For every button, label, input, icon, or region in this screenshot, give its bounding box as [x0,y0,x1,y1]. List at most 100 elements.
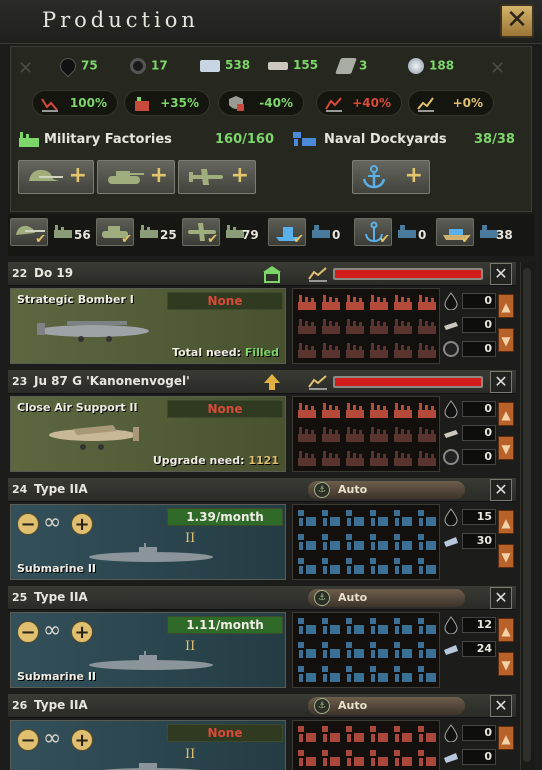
naval-capital-tab-button[interactable]: ✔ [268,218,306,247]
modifier-efficiency-gain[interactable]: +0% [408,90,494,116]
rubber-icon [130,58,146,74]
priority-up-button[interactable]: ▲ [498,618,514,642]
dockyard-slot-icon [321,724,341,744]
factory-slot-icon [393,340,413,360]
remove-line-button[interactable]: ✕ [490,371,512,393]
naval-convoy-tab-button[interactable]: ✔ [436,218,474,247]
dockyard-assignment-grid[interactable] [292,612,440,688]
production-line-item[interactable]: 25 Type IIA ⚓ Auto ✕ − ∞ + 1.11/month II … [8,586,516,694]
equipment-card[interactable]: − ∞ + None II [10,720,286,770]
add-armor-production-button[interactable]: + [97,160,175,194]
add-air-production-button[interactable]: + [178,160,256,194]
rubber-icon [443,449,459,465]
resource-rubber: 17 [130,58,168,76]
factory-slot-icon [393,448,413,468]
dockyard-slot-icon [297,508,317,528]
equipment-card[interactable]: − ∞ + 1.11/month II Submarine II [10,612,286,688]
production-line-item[interactable]: 24 Type IIA ⚓ Auto ✕ − ∞ + 1.39/month II … [8,478,516,586]
decrease-button[interactable]: − [17,513,39,535]
priority-down-button[interactable]: ▼ [498,328,514,352]
dockyard-slot-icon [321,556,341,576]
factory-slot-icon [417,292,437,312]
tab-naval-convoy[interactable]: ✔ 38 [436,218,516,248]
factory-mini-icon [54,225,72,238]
priority-down-button[interactable]: ▼ [498,544,514,568]
decrease-button[interactable]: − [17,729,39,751]
scrollbar-thumb[interactable] [523,268,531,762]
remove-line-button[interactable]: ✕ [490,479,512,501]
factory-slot-icon [345,448,365,468]
dockyard-chart-icon [325,97,342,112]
factory-assignment-grid[interactable] [292,288,440,364]
check-icon: ✔ [207,232,218,247]
tab-land[interactable]: ✔ 56 [10,218,91,248]
modifier-factory-output[interactable]: 100% [32,90,118,116]
production-line-item[interactable]: 26 Type IIA ⚓ Auto ✕ − ∞ + None II 0 0 ▲ [8,694,516,770]
priority-up-button[interactable]: ▲ [498,510,514,534]
equipment-card[interactable]: − ∞ + 1.39/month II Submarine II [10,504,286,580]
dockyard-slot-icon [321,508,341,528]
dockyard-assignment-grid[interactable] [292,720,440,770]
factory-assignment-grid[interactable] [292,396,440,472]
auto-convoy-toggle[interactable]: ⚓ Auto [308,589,465,607]
dockyard-slot-icon [393,748,413,768]
equipment-card[interactable]: Strategic Bomber I None Total need: Fill… [10,288,286,364]
increase-button[interactable]: + [71,729,93,751]
check-icon: ✔ [35,232,46,247]
tab-naval-anchor[interactable]: ✔ 0 [354,218,434,248]
auto-convoy-toggle[interactable]: ⚓ Auto [308,481,465,499]
dockyard-slot-icon [345,556,365,576]
check-icon: ✔ [121,232,132,247]
line-header: 25 Type IIA ⚓ Auto ✕ [8,586,516,610]
oil-drop-icon [444,292,458,310]
remove-line-button[interactable]: ✕ [490,695,512,717]
tab-air[interactable]: ✔ 79 [182,218,262,248]
priority-up-button[interactable]: ▲ [498,294,514,318]
dockyard-slot-icon [393,664,413,684]
line-side-panel: 0 0 ▲ [442,720,514,770]
dockyard-mini-icon [312,225,330,238]
dive-bomber-plane-icon [49,425,139,450]
close-window-button[interactable]: ✕ [500,4,534,38]
dockyard-slot-icon [297,616,317,636]
remove-line-button[interactable]: ✕ [490,587,512,609]
factory-slot-icon [417,340,437,360]
add-infantry-production-button[interactable]: + [18,160,94,194]
dockyard-slot-icon [321,616,341,636]
modifier-dockyard-output[interactable]: +40% [316,90,402,116]
priority-down-button[interactable]: ▼ [498,652,514,676]
priority-up-button[interactable]: ▲ [498,726,514,750]
modifier-consumer-goods[interactable]: -40% [218,90,304,116]
priority-down-button[interactable]: ▼ [498,436,514,460]
dockyard-slot-icon [297,556,317,576]
priority-up-button[interactable]: ▲ [498,402,514,426]
production-line-item[interactable]: 23 Ju 87 G 'Kanonenvogel' ✕ Close Air Su… [8,370,516,478]
air-tab-button[interactable]: ✔ [182,218,220,247]
land-tab-button[interactable]: ✔ [10,218,48,247]
tungsten-icon [268,61,288,70]
tab-armor[interactable]: ✔ 25 [96,218,177,248]
naval-anchor-tab-button[interactable]: ✔ [354,218,392,247]
remove-line-button[interactable]: ✕ [490,263,512,285]
add-naval-production-button[interactable]: + [352,160,430,194]
decrease-button[interactable]: − [17,621,39,643]
dockyard-assignment-grid[interactable] [292,504,440,580]
equipment-card[interactable]: Close Air Support II None Upgrade need: … [10,396,286,472]
increase-button[interactable]: + [71,621,93,643]
dockyard-slot-icon [417,640,437,660]
production-line-item[interactable]: 22 Do 19 ✕ Strategic Bomber I None Total… [8,262,516,370]
steel-icon [444,753,458,763]
dockyard-slot-icon [369,724,389,744]
armor-tab-button[interactable]: ✔ [96,218,134,247]
increase-button[interactable]: + [71,513,93,535]
factory-slot-icon [321,292,341,312]
infinity-icon: ∞ [43,726,62,751]
military-factory-icon [19,132,39,147]
production-list[interactable]: 22 Do 19 ✕ Strategic Bomber I None Total… [8,262,516,770]
scrollbar[interactable] [520,262,534,770]
tab-naval-capital[interactable]: ✔ 0 [268,218,348,248]
modifier-production-efficiency[interactable]: +35% [124,90,210,116]
naval-dockyard-icon [293,132,316,146]
auto-convoy-toggle[interactable]: ⚓ Auto [308,697,465,715]
line-side-panel: 15 30 ▲ ▼ [442,504,514,580]
